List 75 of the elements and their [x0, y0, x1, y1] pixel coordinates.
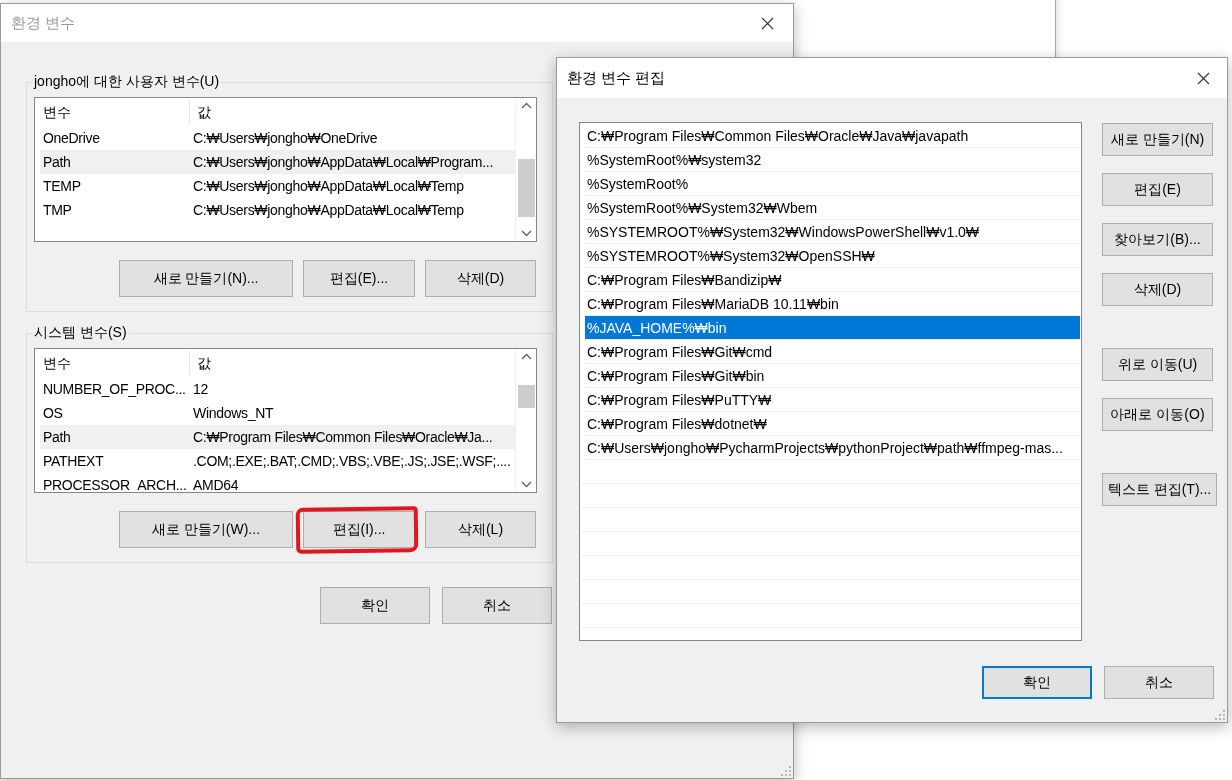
path-entry[interactable]: %SystemRoot%₩System32₩Wbem — [585, 196, 1080, 220]
dialog-button[interactable]: 삭제(L) — [425, 511, 536, 548]
variable-value: C:₩Users₩jongho₩AppData₩Local₩Temp — [192, 178, 465, 194]
scroll-up-icon[interactable] — [520, 102, 532, 109]
window-title: 환경 변수 — [11, 13, 76, 33]
variable-name: PATHEXT — [42, 453, 105, 469]
path-entry[interactable]: C:₩Users₩jongho₩PycharmProjects₩pythonProject₩path₩ffmpeg-mas... — [585, 436, 1080, 460]
dialog-button[interactable]: 삭제(D) — [1102, 273, 1213, 306]
variable-name: OS — [42, 405, 64, 421]
close-icon — [1196, 71, 1210, 85]
path-entry[interactable]: C:₩Program Files₩Common Files₩Oracle₩Java₩javapath — [585, 124, 1080, 148]
dialog-button[interactable]: 편집(E)... — [303, 260, 415, 297]
variable-value: C:₩Users₩jongho₩AppData₩Local₩Temp — [192, 202, 465, 218]
dialog-button[interactable]: 취소 — [1104, 666, 1214, 699]
variable-value: .COM;.EXE;.BAT;.CMD;.VBS;.VBE;.JS;.JSE;.WSF;.... — [192, 453, 512, 469]
dialog-button[interactable]: 찾아보기(B)... — [1102, 223, 1213, 256]
path-entry[interactable]: %SYSTEMROOT%₩System32₩OpenSSH₩ — [585, 244, 1080, 268]
table-row[interactable]: TEMP C:₩Users₩jongho₩AppData₩Local₩Temp — [40, 174, 515, 198]
group-title: jongho에 대한 사용자 변수(U) — [32, 73, 221, 91]
column-header[interactable]: 변수 — [40, 351, 190, 375]
scroll-down-icon[interactable] — [520, 481, 532, 488]
dialog-button[interactable]: 위로 이동(U) — [1102, 348, 1213, 381]
path-entry[interactable]: C:₩Program Files₩Git₩cmd — [585, 340, 1080, 364]
variable-value: C:₩Users₩jongho₩OneDrive — [192, 130, 379, 146]
dialog-button[interactable]: 취소 — [442, 587, 552, 624]
dialog-button[interactable]: 아래로 이동(O) — [1102, 398, 1213, 431]
table-row[interactable]: PROCESSOR_ARCH... AMD64 — [40, 473, 515, 492]
dialog-button[interactable]: 새로 만들기(N) — [1102, 123, 1213, 156]
resize-grip-icon[interactable] — [781, 766, 791, 776]
scroll-up-icon[interactable] — [520, 353, 532, 360]
table-row[interactable]: OneDrive C:₩Users₩jongho₩OneDrive — [40, 126, 515, 150]
path-entry[interactable]: C:₩Program Files₩PuTTY₩ — [585, 388, 1080, 412]
dialog-button[interactable]: 텍스트 편집(T)... — [1102, 473, 1217, 506]
table-row[interactable]: TMP C:₩Users₩jongho₩AppData₩Local₩Temp — [40, 198, 515, 222]
scrollbar[interactable] — [515, 349, 536, 492]
column-header[interactable]: 변수 — [40, 100, 190, 124]
resize-grip-icon[interactable] — [1215, 710, 1225, 720]
variable-value: C:₩Users₩jongho₩AppData₩Local₩Program... — [192, 154, 494, 170]
group-title: 시스템 변수(S) — [33, 324, 128, 342]
variable-name: PROCESSOR_ARCH... — [42, 477, 188, 492]
variable-value: C:₩Program Files₩Common Files₩Oracle₩Ja... — [192, 429, 494, 445]
dialog-button[interactable]: 확인 — [320, 587, 430, 624]
scroll-down-icon[interactable] — [520, 230, 532, 237]
table-row[interactable]: NUMBER_OF_PROC... 12 — [40, 377, 515, 401]
window-title: 환경 변수 편집 — [567, 68, 666, 88]
path-entry[interactable]: C:₩Program Files₩dotnet₩ — [585, 412, 1080, 436]
dialog-button[interactable]: 편집(I)... — [303, 511, 415, 548]
table-row[interactable]: Path C:₩Program Files₩Common Files₩Oracle₩Ja... — [40, 425, 515, 449]
table-row[interactable]: Path C:₩Users₩jongho₩AppData₩Local₩Program... — [40, 150, 515, 174]
variable-name: TMP — [42, 202, 73, 218]
variable-name: Path — [42, 154, 72, 170]
scroll-thumb[interactable] — [518, 159, 535, 217]
variable-value: 12 — [192, 381, 209, 397]
dialog-button[interactable]: 삭제(D) — [425, 260, 536, 297]
path-entry[interactable]: %JAVA_HOME%₩bin — [585, 316, 1080, 340]
variable-name: Path — [42, 429, 72, 445]
variable-name: OneDrive — [42, 130, 101, 146]
path-entry[interactable]: C:₩Program Files₩Bandizip₩ — [585, 268, 1080, 292]
variable-value: AMD64 — [192, 477, 240, 492]
variable-name: TEMP — [42, 178, 82, 194]
variable-value: Windows_NT — [192, 405, 275, 421]
path-entry[interactable]: %SystemRoot% — [585, 172, 1080, 196]
table-row[interactable]: PATHEXT .COM;.EXE;.BAT;.CMD;.VBS;.VBE;.JS;.JSE;.WSF;.... — [40, 449, 515, 473]
dialog-button[interactable]: 새로 만들기(N)... — [119, 260, 293, 297]
close-icon — [760, 16, 774, 30]
scroll-thumb[interactable] — [518, 385, 535, 408]
path-entry[interactable]: %SYSTEMROOT%₩System32₩WindowsPowerShell₩v1.0₩ — [585, 220, 1080, 244]
table-row[interactable]: OS Windows_NT — [40, 401, 515, 425]
variable-name: NUMBER_OF_PROC... — [42, 381, 187, 397]
dialog-button[interactable]: 새로 만들기(W)... — [119, 511, 293, 548]
path-entry[interactable]: C:₩Program Files₩Git₩bin — [585, 364, 1080, 388]
scrollbar[interactable] — [515, 98, 536, 241]
dialog-button[interactable]: 편집(E) — [1102, 173, 1213, 206]
dialog-button[interactable]: 확인 — [982, 666, 1092, 699]
path-entry[interactable]: %SystemRoot%₩system32 — [585, 148, 1080, 172]
